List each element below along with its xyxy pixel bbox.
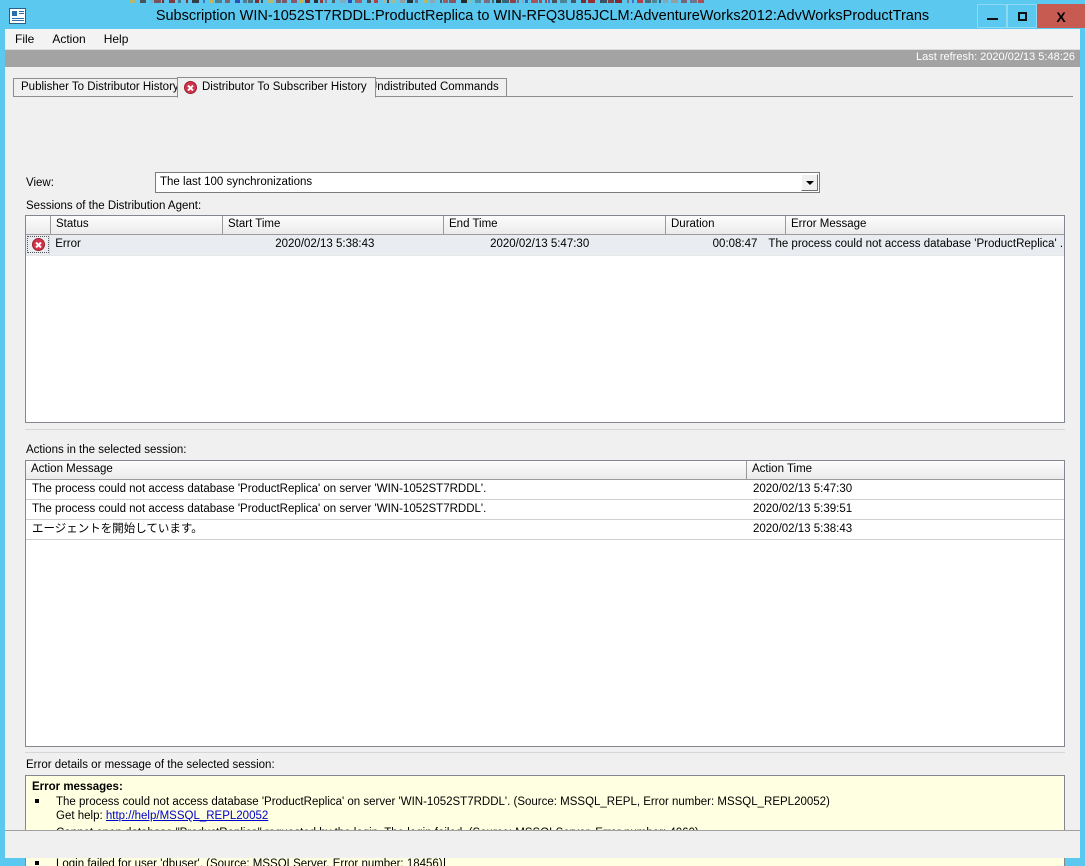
actions-column-action-message[interactable]: Action Message: [26, 461, 747, 479]
menu-item-file[interactable]: File: [7, 30, 42, 48]
sessions-caption: Sessions of the Distribution Agent:: [26, 200, 202, 212]
view-dropdown-button[interactable]: [801, 174, 818, 191]
tab-strip: Publisher To Distributor History Distrib…: [13, 77, 1073, 98]
cell-end-time: 2020/02/13 5:47:30: [490, 238, 590, 250]
cell-action-time: 2020/02/13 5:38:43: [753, 523, 853, 535]
view-dropdown-value: The last 100 synchronizations: [160, 176, 313, 188]
window-controls: X: [977, 3, 1085, 29]
help-link[interactable]: http://help/MSSQL_REPL20052: [106, 810, 268, 822]
view-dropdown[interactable]: The last 100 synchronizations: [155, 172, 820, 193]
cell-action-time: 2020/02/13 5:39:51: [753, 503, 853, 515]
error-icon: [184, 81, 197, 94]
error-message-item: Login failed for user 'dbuser'. (Source:…: [32, 857, 1058, 866]
sessions-column-selector: [26, 216, 51, 234]
sessions-grid-header: Status Start Time End Time Duration Erro…: [26, 216, 1064, 235]
minimize-button[interactable]: [977, 4, 1007, 28]
cell-action-message: エージェントを開始しています。: [32, 523, 203, 535]
bullet-icon: [35, 861, 39, 865]
last-refresh-label: Last refresh: 2020/02/13 5:48:26: [915, 51, 1075, 63]
minimize-icon: [987, 18, 998, 20]
actions-grid-header: Action Message Action Time: [26, 461, 1064, 480]
tab-label: Distributor To Subscriber History: [202, 81, 367, 93]
tab-label: Publisher To Distributor History: [21, 81, 179, 93]
close-icon: X: [1056, 9, 1066, 25]
error-message-text: The process could not access database 'P…: [56, 796, 830, 808]
maximize-icon: [1018, 12, 1027, 21]
tab-label: Undistributed Commands: [369, 81, 499, 93]
replication-monitor-window: Subscription WIN-1052ST7RDDL:ProductRepl…: [0, 0, 1085, 866]
close-button[interactable]: X: [1037, 4, 1085, 28]
actions-caption: Actions in the selected session:: [26, 444, 187, 456]
page-content: Publisher To Distributor History Distrib…: [5, 67, 1080, 866]
cell-duration: 00:08:47: [712, 238, 758, 250]
actions-grid[interactable]: Action Message Action Time The process c…: [25, 460, 1065, 747]
error-message-text-wrapper: Login failed for user 'dbuser'. (Source:…: [56, 857, 1058, 866]
menu-item-help[interactable]: Help: [96, 30, 137, 48]
maximize-button[interactable]: [1007, 4, 1037, 28]
cell-action-message: The process could not access database 'P…: [32, 503, 487, 515]
refresh-status-bar: Last refresh: 2020/02/13 5:48:26: [5, 50, 1080, 67]
menu-item-action[interactable]: Action: [44, 30, 93, 48]
table-row[interactable]: エージェントを開始しています。 2020/02/13 5:38:43: [26, 520, 1064, 540]
window-title: Subscription WIN-1052ST7RDDL:ProductRepl…: [155, 8, 930, 24]
tab-undistributed-commands[interactable]: Undistributed Commands: [361, 78, 507, 96]
error-details-caption: Error details or message of the selected…: [26, 759, 275, 771]
cell-error-message: The process could not access database 'P…: [768, 238, 1064, 250]
title-bar: Subscription WIN-1052ST7RDDL:ProductRepl…: [0, 3, 1085, 29]
bullet-icon: [35, 799, 39, 803]
error-messages-heading: Error messages:: [32, 781, 123, 793]
tab-strip-underline: [13, 96, 1073, 97]
text-caret: [443, 857, 445, 866]
cell-start-time: 2020/02/13 5:38:43: [275, 238, 375, 250]
tab-publisher-to-distributor-history[interactable]: Publisher To Distributor History: [13, 78, 187, 96]
cell-action-time: 2020/02/13 5:47:30: [753, 483, 853, 495]
splitter-actions-errors[interactable]: [25, 752, 1065, 755]
menu-bar: File Action Help: [5, 29, 1080, 50]
chevron-down-icon: [806, 181, 814, 185]
sessions-column-status[interactable]: Status: [51, 216, 223, 234]
row-selector-cell[interactable]: [26, 235, 51, 255]
tab-distributor-to-subscriber-history[interactable]: Distributor To Subscriber History: [177, 77, 376, 98]
cell-status: Error: [55, 238, 81, 250]
table-row[interactable]: Error 2020/02/13 5:38:43 2020/02/13 5:47…: [26, 235, 1064, 256]
bottom-status-strip: [5, 830, 1080, 858]
sessions-grid[interactable]: Status Start Time End Time Duration Erro…: [25, 215, 1065, 423]
sessions-column-duration[interactable]: Duration: [666, 216, 786, 234]
sessions-column-error-message[interactable]: Error Message: [786, 216, 1064, 234]
table-row[interactable]: The process could not access database 'P…: [26, 500, 1064, 520]
splitter-sessions-actions[interactable]: [25, 429, 1065, 432]
sessions-column-start-time[interactable]: Start Time: [223, 216, 444, 234]
error-icon: [32, 238, 45, 251]
table-row[interactable]: The process could not access database 'P…: [26, 480, 1064, 500]
actions-column-action-time[interactable]: Action Time: [747, 461, 1064, 479]
sessions-column-end-time[interactable]: End Time: [444, 216, 666, 234]
error-message-text: Login failed for user 'dbuser'. (Source:…: [56, 858, 443, 866]
get-help-label: Get help:: [56, 810, 103, 822]
cell-action-message: The process could not access database 'P…: [32, 483, 487, 495]
error-help-row: Get help: http://help/MSSQL_REPL20052: [56, 809, 1058, 823]
view-label: View:: [26, 177, 54, 189]
error-message-item: The process could not access database 'P…: [32, 795, 1058, 823]
client-area: File Action Help Last refresh: 2020/02/1…: [5, 29, 1080, 866]
